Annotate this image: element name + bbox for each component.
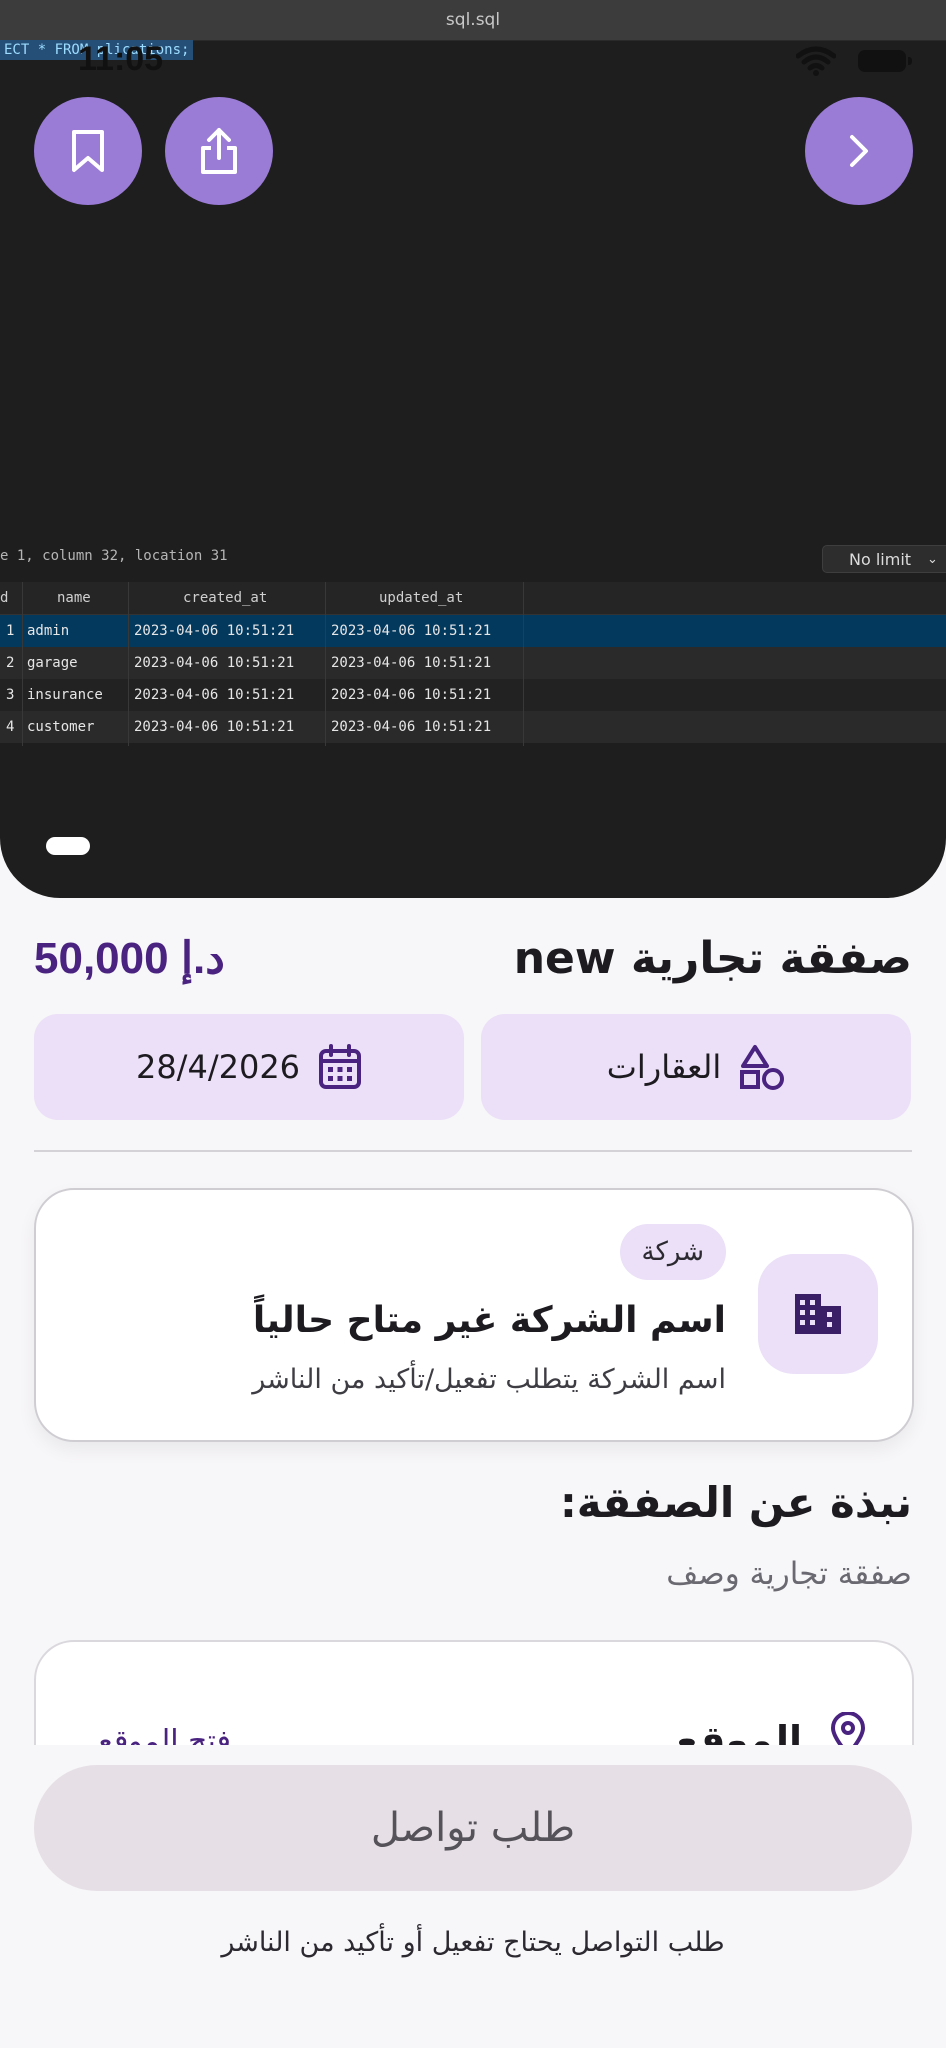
share-icon — [201, 128, 237, 174]
building-icon — [795, 1294, 841, 1334]
company-name: اسم الشركة غير متاح حالياً — [252, 1300, 726, 1341]
company-card[interactable]: شركة اسم الشركة غير متاح حالياً اسم الشر… — [34, 1188, 914, 1442]
cursor-position: e 1, column 32, location 31 — [0, 548, 228, 564]
grid-header: d name created_at updated_at — [0, 582, 946, 615]
status-time: 11:05 — [78, 40, 164, 78]
row-created: 2023-04-06 10:51:21 — [134, 687, 295, 703]
chevron-right-icon — [850, 135, 868, 167]
status-bar: 11:05 — [0, 34, 946, 90]
grid-divider — [22, 582, 23, 746]
deal-price: 50,000 د.إ — [34, 933, 225, 983]
date-chip: 28/4/2026 — [34, 1014, 464, 1120]
section-divider — [34, 1150, 912, 1152]
table-row: 1 admin 2023-04-06 10:51:21 2023-04-06 1… — [0, 615, 946, 647]
company-type-label: شركة — [641, 1237, 704, 1267]
row-name: insurance — [27, 687, 103, 703]
shapes-icon — [740, 1045, 785, 1090]
results-grid: d name created_at updated_at 1 admin 202… — [0, 582, 946, 743]
row-updated: 2023-04-06 10:51:21 — [331, 687, 492, 703]
table-row: 2 garage 2023-04-06 10:51:21 2023-04-06 … — [0, 647, 946, 679]
row-id: 1 — [6, 623, 15, 639]
about-title: نبذة عن الصفقة: — [560, 1478, 912, 1527]
contact-request-button[interactable]: طلب تواصل — [34, 1765, 912, 1891]
row-name: admin — [27, 623, 70, 639]
row-created: 2023-04-06 10:51:21 — [134, 655, 295, 671]
window-title: sql.sql — [445, 10, 501, 30]
row-updated: 2023-04-06 10:51:21 — [331, 623, 492, 639]
image-page-indicator — [46, 837, 90, 855]
grid-divider — [523, 582, 524, 746]
row-updated: 2023-04-06 10:51:21 — [331, 719, 492, 735]
grid-header-created: created_at — [183, 590, 268, 606]
company-avatar — [758, 1254, 878, 1374]
bookmark-button[interactable] — [34, 97, 142, 205]
deal-title: صفقة تجارية new — [513, 932, 912, 984]
deal-date: 28/4/2026 — [135, 1048, 301, 1086]
company-note: اسم الشركة يتطلب تفعيل/تأكيد من الناشر — [252, 1364, 726, 1395]
calendar-icon — [319, 1044, 362, 1089]
row-id: 2 — [6, 655, 15, 671]
row-id: 4 — [6, 719, 15, 735]
forward-button[interactable] — [805, 97, 913, 205]
table-row: 3 insurance 2023-04-06 10:51:21 2023-04-… — [0, 679, 946, 711]
grid-divider — [325, 582, 326, 746]
row-name: customer — [27, 719, 95, 735]
chevron-down-icon: ⌄ — [927, 551, 938, 567]
bookmark-icon — [72, 130, 104, 172]
grid-header-id: d — [0, 590, 9, 606]
row-id: 3 — [6, 687, 15, 703]
contact-note: طلب التواصل يحتاج تفعيل أو تأكيد من النا… — [221, 1927, 725, 1958]
company-type-badge: شركة — [619, 1224, 726, 1280]
share-button[interactable] — [165, 97, 273, 205]
row-updated: 2023-04-06 10:51:21 — [331, 655, 492, 671]
row-created: 2023-04-06 10:51:21 — [134, 623, 295, 639]
limit-select-value: No limit — [849, 549, 912, 569]
row-created: 2023-04-06 10:51:21 — [134, 719, 295, 735]
deal-category: العقارات — [606, 1048, 722, 1086]
contact-sheet: طلب تواصل طلب التواصل يحتاج تفعيل أو تأك… — [0, 1745, 946, 2048]
table-row: 4 customer 2023-04-06 10:51:21 2023-04-0… — [0, 711, 946, 743]
deal-header: 50,000 د.إ صفقة تجارية new — [34, 930, 912, 986]
grid-divider — [128, 582, 129, 746]
grid-header-name: name — [57, 590, 91, 606]
grid-header-updated: updated_at — [379, 590, 464, 606]
wifi-icon — [796, 46, 836, 76]
row-name: garage — [27, 655, 78, 671]
category-chip: العقارات — [481, 1014, 911, 1120]
limit-select: No limit ⌄ — [822, 545, 946, 573]
battery-icon — [858, 50, 912, 72]
about-description: صفقة تجارية وصف — [666, 1556, 912, 1592]
deal-image: sql.sql ECT * FROM plications; 11:05 e 1… — [0, 0, 946, 898]
